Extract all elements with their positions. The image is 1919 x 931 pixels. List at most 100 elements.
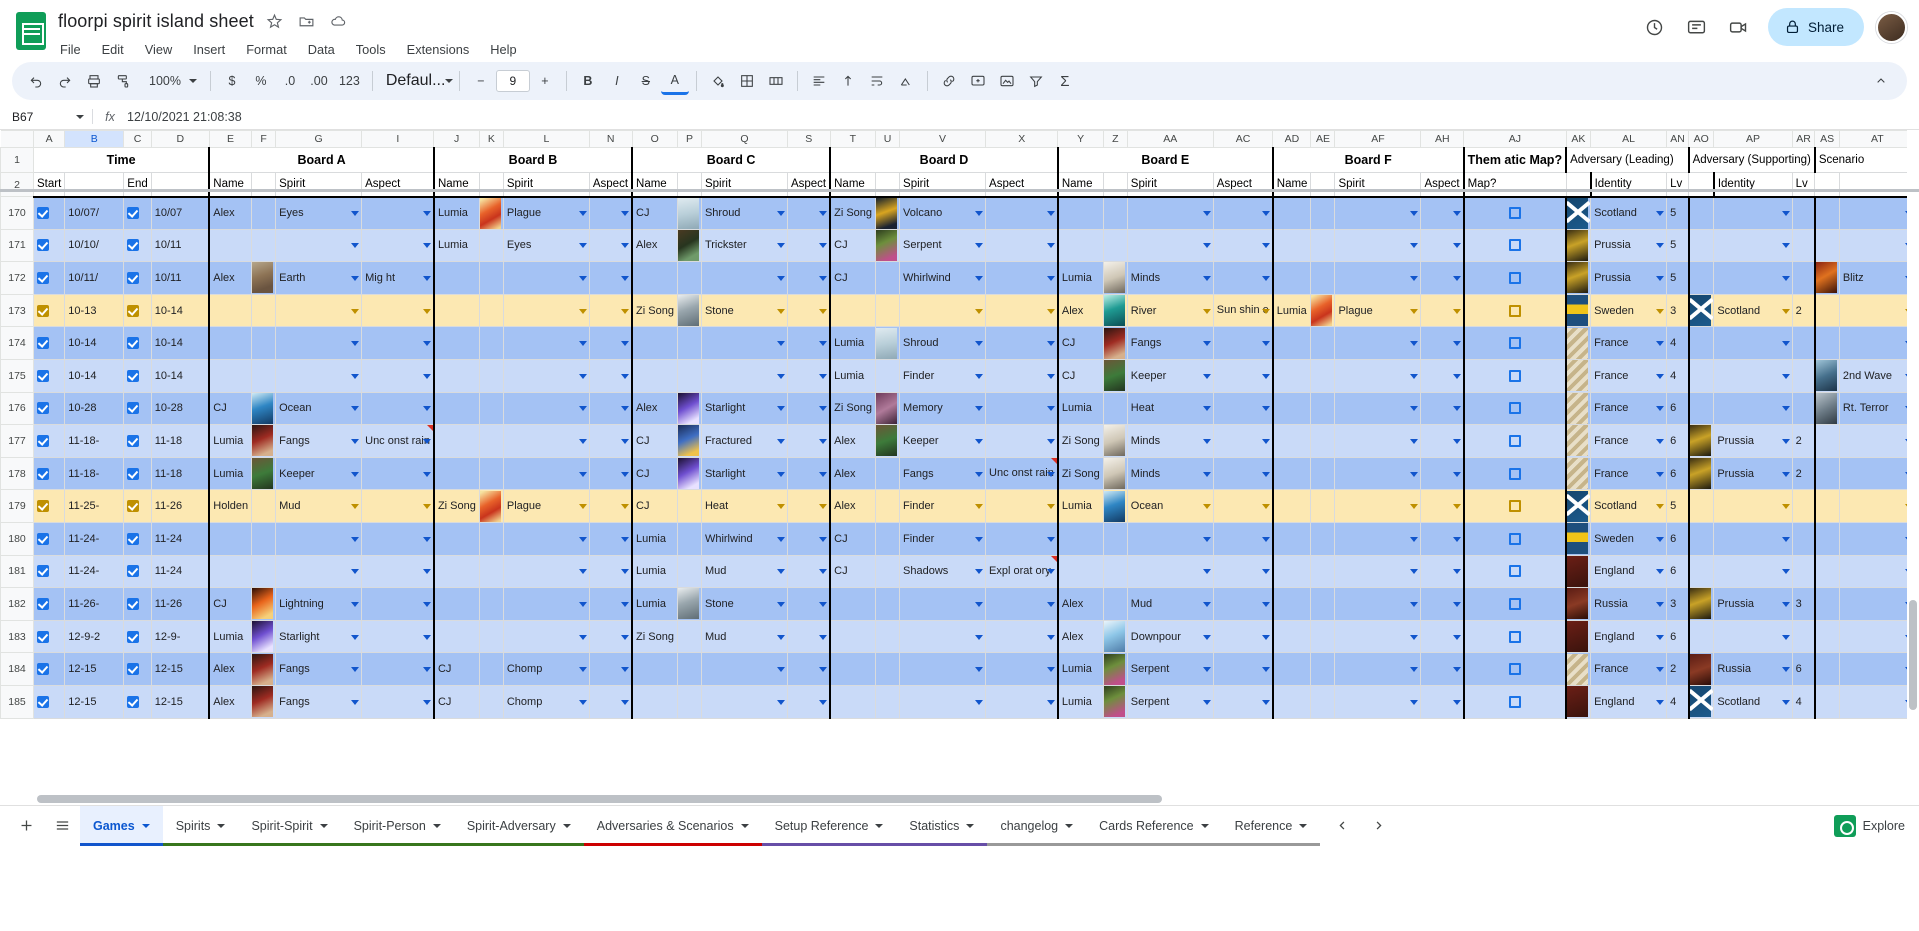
row-header-179[interactable]: 179: [0, 489, 34, 523]
adv-supporting-identity-cell[interactable]: Scotland: [1713, 684, 1793, 719]
dropdown-arrow-icon[interactable]: [351, 243, 360, 249]
board-4-spirit-cell[interactable]: Fangs: [1126, 326, 1214, 360]
dropdown-arrow-icon[interactable]: [1781, 438, 1790, 444]
checkbox-icon[interactable]: [37, 695, 49, 708]
table-row[interactable]: 172 10/11/10/11 Alex Earth Mig ht CJ Whirlwind…: [0, 261, 1916, 295]
board-3-name-cell[interactable]: [829, 619, 877, 654]
dropdown-arrow-icon[interactable]: [351, 634, 360, 640]
dropdown-arrow-icon[interactable]: [1781, 569, 1790, 575]
checkbox-icon[interactable]: [37, 532, 49, 545]
column-header-AL[interactable]: AL: [1590, 130, 1668, 148]
board-3-aspect-cell[interactable]: [985, 619, 1059, 654]
board-3-spirit-cell[interactable]: [899, 587, 987, 621]
adv-supporting-art-cell[interactable]: [1687, 261, 1715, 295]
dropdown-arrow-icon[interactable]: [578, 275, 587, 281]
board-5-art-cell[interactable]: [1310, 684, 1336, 719]
column-header-G[interactable]: G: [275, 130, 363, 148]
board-1-aspect-cell[interactable]: [588, 619, 633, 654]
adv-leading-level-cell[interactable]: 6: [1666, 521, 1690, 556]
scenario-name-cell[interactable]: [1838, 619, 1916, 654]
board-1-name-cell[interactable]: [432, 293, 480, 328]
adv-supporting-identity-cell[interactable]: [1713, 196, 1793, 230]
dropdown-arrow-icon[interactable]: [1656, 275, 1665, 281]
board-0-name-cell[interactable]: [208, 293, 253, 328]
checkbox-icon[interactable]: [1508, 695, 1521, 708]
adv-leading-identity-cell[interactable]: Prussia: [1590, 228, 1668, 263]
board-3-spirit-cell[interactable]: Keeper: [899, 424, 987, 458]
dropdown-arrow-icon[interactable]: [578, 667, 587, 673]
adv-supporting-art-cell[interactable]: [1687, 326, 1715, 360]
end-date-cell[interactable]: 12-15: [150, 652, 210, 686]
board-0-art-cell[interactable]: [251, 554, 277, 589]
checkbox-icon[interactable]: [37, 467, 49, 480]
start-date-cell[interactable]: 10/07/: [64, 196, 125, 230]
board-5-name-cell[interactable]: [1271, 619, 1312, 654]
dropdown-arrow-icon[interactable]: [975, 699, 984, 705]
adv-leading-art-cell[interactable]: [1565, 358, 1592, 393]
board-5-art-cell[interactable]: [1310, 391, 1336, 426]
sheet-tab-spirit-spirit[interactable]: Spirit-Spirit: [238, 806, 341, 846]
row-header-174[interactable]: 174: [0, 326, 34, 360]
dropdown-arrow-icon[interactable]: [1781, 373, 1790, 379]
board-0-name-cell[interactable]: Alex: [208, 684, 253, 719]
board-3-art-cell[interactable]: [875, 228, 901, 263]
row-header-185[interactable]: 185: [0, 684, 34, 719]
board-3-art-cell[interactable]: [875, 293, 901, 328]
dropdown-arrow-icon[interactable]: [1781, 341, 1790, 347]
sheet-tab-reference[interactable]: Reference: [1221, 806, 1321, 846]
checkbox-icon[interactable]: [127, 272, 140, 285]
adv-leading-level-cell[interactable]: 4: [1666, 326, 1690, 360]
menu-help[interactable]: Help: [488, 40, 518, 59]
adv-leading-identity-cell[interactable]: France: [1590, 391, 1668, 426]
start-checkbox-cell[interactable]: [32, 554, 66, 589]
dropdown-arrow-icon[interactable]: [1261, 471, 1270, 477]
row-header-171[interactable]: 171: [0, 228, 34, 263]
board-5-aspect-cell[interactable]: [1420, 293, 1465, 328]
chevron-down-icon[interactable]: [141, 823, 150, 828]
dropdown-arrow-icon[interactable]: [1046, 373, 1055, 379]
board-1-art-cell[interactable]: [478, 684, 504, 719]
table-row[interactable]: 178 11-18- 11-18 Lumia Keeper CJ Starlight Alex…: [0, 456, 1916, 491]
sheets-logo-icon[interactable]: [14, 8, 48, 52]
thematic-map-cell[interactable]: [1462, 619, 1567, 654]
board-5-spirit-cell[interactable]: [1334, 424, 1422, 458]
adv-supporting-level-cell[interactable]: 3: [1791, 587, 1816, 621]
start-checkbox-cell[interactable]: [32, 326, 66, 360]
board-5-aspect-cell[interactable]: [1420, 391, 1465, 426]
scenario-name-cell[interactable]: 2nd Wave: [1838, 358, 1916, 393]
menu-insert[interactable]: Insert: [191, 40, 227, 59]
scenario-name-cell[interactable]: [1838, 521, 1916, 556]
dropdown-arrow-icon[interactable]: [1202, 667, 1211, 673]
adv-supporting-art-cell[interactable]: [1687, 196, 1715, 230]
dropdown-arrow-icon[interactable]: [351, 211, 360, 217]
board-1-name-cell[interactable]: [432, 619, 480, 654]
dropdown-arrow-icon[interactable]: [1656, 601, 1665, 607]
chevron-down-icon[interactable]: [319, 823, 328, 828]
board-2-spirit-cell[interactable]: [700, 684, 788, 719]
board-1-art-cell[interactable]: [478, 652, 504, 686]
end-checkbox-cell[interactable]: [123, 554, 152, 589]
board-4-name-cell[interactable]: CJ: [1056, 326, 1104, 360]
board-5-name-cell[interactable]: [1271, 652, 1312, 686]
board-2-aspect-cell[interactable]: [786, 293, 831, 328]
scenario-art-cell[interactable]: [1813, 587, 1840, 621]
dropdown-arrow-icon[interactable]: [1781, 504, 1790, 510]
board-3-art-cell[interactable]: [875, 521, 901, 556]
adv-supporting-level-cell[interactable]: [1791, 554, 1816, 589]
scroll-tabs-right-icon[interactable]: [1363, 811, 1393, 841]
board-0-spirit-cell[interactable]: [275, 293, 363, 328]
board-2-aspect-cell[interactable]: [786, 652, 831, 686]
board-1-name-cell[interactable]: [432, 358, 480, 393]
board-0-art-cell[interactable]: [251, 619, 277, 654]
checkbox-icon[interactable]: [37, 435, 49, 447]
decrease-decimal-button[interactable]: .0: [276, 67, 304, 95]
table-row[interactable]: 184 12-15 12-15 Alex Fangs CJ Chomp Lumia Serpen…: [0, 652, 1916, 686]
board-0-art-cell[interactable]: [251, 391, 277, 426]
board-4-name-cell[interactable]: [1056, 228, 1104, 263]
dropdown-arrow-icon[interactable]: [422, 471, 431, 477]
board-1-name-cell[interactable]: [432, 391, 480, 426]
board-2-aspect-cell[interactable]: [786, 196, 831, 230]
start-checkbox-cell[interactable]: [32, 358, 66, 393]
start-checkbox-cell[interactable]: [32, 228, 66, 263]
board-0-aspect-cell[interactable]: [361, 196, 435, 230]
